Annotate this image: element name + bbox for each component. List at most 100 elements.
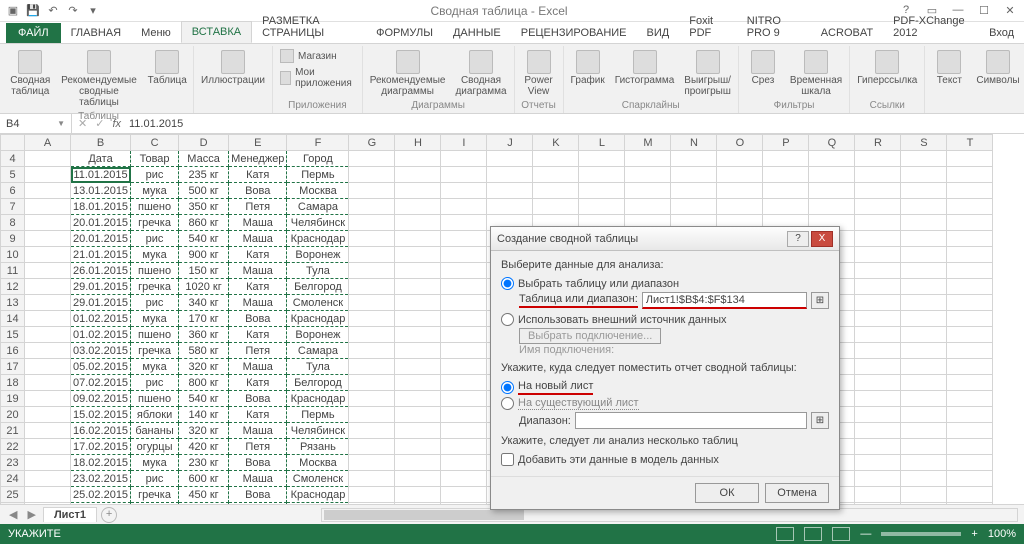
cell[interactable]: Белгород (287, 375, 349, 391)
row-header-4[interactable]: 4 (1, 151, 25, 167)
cell[interactable]: гречка (131, 343, 179, 359)
col-header-P[interactable]: P (763, 135, 809, 151)
cell[interactable]: Тула (287, 359, 349, 375)
cell[interactable]: 21.01.2015 (71, 247, 131, 263)
ribbon-рекомендуемые[interactable]: Рекомендуемыедиаграммы (367, 48, 449, 99)
sheet-nav-next-icon[interactable]: ▶ (24, 508, 38, 521)
cell[interactable]: 16.02.2015 (71, 423, 131, 439)
ribbon-сводная[interactable]: Своднаядиаграмма (452, 48, 509, 99)
ribbon-power[interactable]: PowerView (519, 48, 559, 99)
cell[interactable]: 03.02.2015 (71, 343, 131, 359)
range-picker-icon[interactable]: ⊞ (811, 292, 829, 309)
normal-view-icon[interactable] (776, 527, 794, 541)
cell[interactable]: Тула (287, 263, 349, 279)
cell[interactable]: 29.01.2015 (71, 279, 131, 295)
ribbon-магазин[interactable]: Магазин (277, 48, 358, 64)
row-header-23[interactable]: 23 (1, 455, 25, 471)
cell[interactable]: мука (131, 311, 179, 327)
row-header-20[interactable]: 20 (1, 407, 25, 423)
row-header-10[interactable]: 10 (1, 247, 25, 263)
cell[interactable]: Краснодар (287, 487, 349, 503)
cell[interactable]: 320 кг (179, 359, 229, 375)
cell[interactable]: 500 кг (179, 183, 229, 199)
row-header-18[interactable]: 18 (1, 375, 25, 391)
cell[interactable]: мука (131, 359, 179, 375)
cell[interactable]: 340 кг (179, 295, 229, 311)
cell[interactable]: рис (131, 295, 179, 311)
ribbon-таблица[interactable]: Таблица (145, 48, 189, 88)
row-header-19[interactable]: 19 (1, 391, 25, 407)
cell[interactable]: 18.01.2015 (71, 199, 131, 215)
cell[interactable]: Самара (287, 503, 349, 505)
cell[interactable]: Самара (287, 199, 349, 215)
tab-меню[interactable]: Меню (131, 23, 181, 43)
row-header-11[interactable]: 11 (1, 263, 25, 279)
cell[interactable]: Челябинск (287, 215, 349, 231)
cell[interactable]: 230 кг (179, 455, 229, 471)
cell[interactable]: Маша (229, 295, 287, 311)
ribbon-иллюстрации[interactable]: Иллюстрации (198, 48, 268, 88)
cell[interactable]: 540 кг (179, 231, 229, 247)
cancel-formula-icon[interactable]: ✕ (78, 117, 87, 130)
col-header-D[interactable]: D (179, 135, 229, 151)
cell[interactable]: Пермь (287, 167, 349, 183)
cell[interactable]: 20.01.2015 (71, 231, 131, 247)
cell[interactable]: Вова (229, 183, 287, 199)
cell[interactable]: рис (131, 167, 179, 183)
zoom-in-icon[interactable]: + (971, 528, 977, 540)
page-layout-view-icon[interactable] (804, 527, 822, 541)
radio-new-sheet[interactable]: На новый лист (501, 380, 829, 395)
col-header-R[interactable]: R (855, 135, 901, 151)
col-header-J[interactable]: J (487, 135, 533, 151)
cell[interactable]: рис (131, 471, 179, 487)
col-header-A[interactable]: A (25, 135, 71, 151)
cell[interactable]: Маша (229, 231, 287, 247)
sign-in[interactable]: Вход (979, 23, 1024, 43)
ribbon-сводная[interactable]: Своднаятаблица (8, 48, 53, 99)
cell[interactable]: гречка (131, 215, 179, 231)
col-header-Q[interactable]: Q (809, 135, 855, 151)
tab-nitro pro 9[interactable]: NITRO PRO 9 (737, 11, 811, 43)
cell[interactable]: Пермь (287, 407, 349, 423)
cell[interactable]: Катя (229, 375, 287, 391)
cell[interactable]: огурцы (131, 503, 179, 505)
customize-icon[interactable]: ▾ (84, 2, 102, 20)
col-header-G[interactable]: G (349, 135, 395, 151)
cell[interactable]: Белгород (287, 279, 349, 295)
cell[interactable]: 800 кг (179, 375, 229, 391)
zoom-slider[interactable] (881, 532, 961, 536)
location-input[interactable] (575, 412, 807, 429)
dialog-close-icon[interactable]: X (811, 231, 833, 247)
ribbon-гиперссылка[interactable]: Гиперссылка (854, 48, 920, 88)
cell[interactable]: гречка (131, 487, 179, 503)
row-header-8[interactable]: 8 (1, 215, 25, 231)
cell[interactable]: Воронеж (287, 327, 349, 343)
col-header-H[interactable]: H (395, 135, 441, 151)
cell[interactable]: 27.02.2015 (71, 503, 131, 505)
cell[interactable]: 23.02.2015 (71, 471, 131, 487)
cell[interactable]: Катя (229, 247, 287, 263)
row-header-17[interactable]: 17 (1, 359, 25, 375)
tab-разметка страницы[interactable]: РАЗМЕТКА СТРАНИЦЫ (252, 11, 366, 43)
cell[interactable]: 235 кг (179, 167, 229, 183)
ok-button[interactable]: ОК (695, 483, 759, 503)
cell[interactable]: Москва (287, 455, 349, 471)
ribbon-мои приложения[interactable]: Мои приложения (277, 66, 358, 90)
cell[interactable]: 140 кг (179, 407, 229, 423)
col-header-K[interactable]: K (533, 135, 579, 151)
location-picker-icon[interactable]: ⊞ (811, 412, 829, 429)
cell[interactable]: рис (131, 375, 179, 391)
sheet-nav-prev-icon[interactable]: ◀ (6, 508, 20, 521)
redo-icon[interactable]: ↷ (64, 2, 82, 20)
cell[interactable]: 420 кг (179, 439, 229, 455)
cell[interactable]: Москва (287, 183, 349, 199)
cell[interactable]: пшено (131, 263, 179, 279)
row-header-13[interactable]: 13 (1, 295, 25, 311)
row-header-14[interactable]: 14 (1, 311, 25, 327)
dialog-titlebar[interactable]: Создание сводной таблицы ? X (491, 227, 839, 251)
row-header-5[interactable]: 5 (1, 167, 25, 183)
row-header-7[interactable]: 7 (1, 199, 25, 215)
row-header-16[interactable]: 16 (1, 343, 25, 359)
row-header-6[interactable]: 6 (1, 183, 25, 199)
cell[interactable]: 17.02.2015 (71, 439, 131, 455)
